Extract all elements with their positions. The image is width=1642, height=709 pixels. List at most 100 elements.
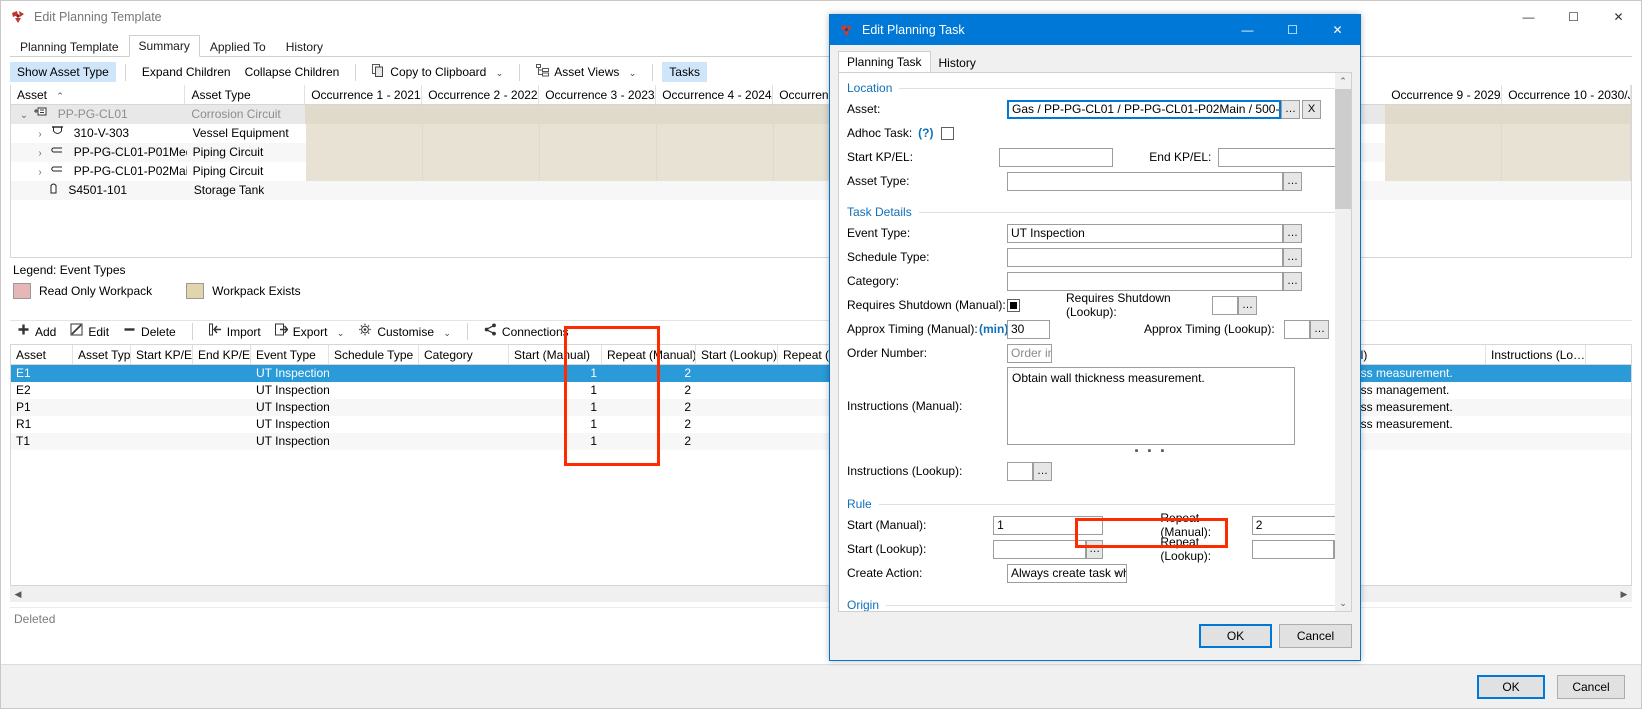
- occurrence-cell[interactable]: [423, 124, 540, 143]
- collapse-children-button[interactable]: Collapse Children: [238, 62, 347, 82]
- delete-button[interactable]: Delete: [116, 322, 183, 342]
- column-header-occurrence-3[interactable]: Occurrence 3 - 2023/Jan: [539, 85, 656, 104]
- vscroll-thumb[interactable]: [1335, 89, 1351, 209]
- column-header-occurrence-4[interactable]: Occurrence 4 - 2024/Jan: [656, 85, 773, 104]
- close-button[interactable]: ✕: [1596, 1, 1641, 32]
- adhoc-task-checkbox[interactable]: [941, 127, 954, 140]
- column-header-start-manual[interactable]: Start (Manual): [509, 345, 602, 364]
- tab-history[interactable]: History: [276, 36, 333, 56]
- table-row[interactable]: T1 UT Inspection 1 2: [11, 433, 1631, 450]
- table-row[interactable]: E1 UT Inspection 1 2 ess measurement.: [11, 365, 1631, 382]
- occurrence-cell[interactable]: [657, 124, 774, 143]
- dialog-ok-button[interactable]: OK: [1199, 624, 1272, 648]
- import-button[interactable]: Import: [202, 322, 268, 342]
- occurrence-cell[interactable]: [541, 181, 658, 200]
- column-header-event-type[interactable]: Event Type: [251, 345, 329, 364]
- asset-type-input[interactable]: [1007, 172, 1283, 191]
- occurrence-cell[interactable]: [1502, 105, 1631, 124]
- column-header-end-kp-el[interactable]: End KP/EL: [193, 345, 251, 364]
- chevron-down-icon[interactable]: ⌄: [337, 328, 345, 338]
- requires-shutdown-lookup-browse-button[interactable]: …: [1238, 296, 1257, 315]
- occurrence-cell[interactable]: [306, 124, 423, 143]
- occurrence-cell[interactable]: [1502, 143, 1631, 162]
- resize-grip-icon[interactable]: ▪ ▪ ▪: [1007, 445, 1295, 457]
- row-expander[interactable]: ›: [33, 144, 47, 162]
- row-expander[interactable]: ›: [33, 125, 47, 143]
- requires-shutdown-manual-checkbox[interactable]: [1007, 299, 1020, 312]
- category-input[interactable]: [1007, 272, 1283, 291]
- chevron-down-icon[interactable]: ⌄: [496, 68, 504, 78]
- tasks-button[interactable]: Tasks: [662, 62, 707, 82]
- scroll-up-arrow-icon[interactable]: ⌃: [1335, 73, 1351, 89]
- occurrence-cell[interactable]: [424, 181, 541, 200]
- instructions-lookup-input[interactable]: [1007, 462, 1033, 481]
- column-header-schedule-type[interactable]: Schedule Type: [329, 345, 419, 364]
- rule-start-manual-input[interactable]: 1: [993, 516, 1103, 535]
- scroll-left-arrow-icon[interactable]: ◀: [10, 589, 26, 600]
- occurrence-cell[interactable]: [656, 105, 773, 124]
- connections-button[interactable]: Connections: [477, 322, 576, 342]
- create-action-dropdown[interactable]: Always create task wh: [1007, 564, 1127, 583]
- dialog-cancel-button[interactable]: Cancel: [1279, 624, 1352, 648]
- column-header-repeat-manual[interactable]: Repeat (Manual): [602, 345, 696, 364]
- add-button[interactable]: Add: [10, 322, 63, 342]
- scroll-right-arrow-icon[interactable]: ▶: [1616, 589, 1632, 600]
- occurrence-cell[interactable]: [540, 143, 657, 162]
- table-row[interactable]: › PP-PG-CL01-P02Main Piping Circuit: [11, 162, 1631, 181]
- dialog-tab-planning-task[interactable]: Planning Task: [838, 51, 931, 73]
- approx-timing-lookup-browse-button[interactable]: …: [1310, 320, 1329, 339]
- dialog-vscrollbar[interactable]: ⌃ ⌄: [1335, 73, 1351, 611]
- occurrence-cell[interactable]: [1502, 162, 1631, 181]
- column-header-asset-type[interactable]: Asset Type: [73, 345, 131, 364]
- column-header-start-lookup[interactable]: Start (Lookup): [696, 345, 778, 364]
- occurrence-cell[interactable]: [1385, 143, 1502, 162]
- end-kpel-input[interactable]: [1218, 148, 1351, 167]
- asset-clear-button[interactable]: X: [1302, 100, 1321, 119]
- instructions-manual-textarea[interactable]: Obtain wall thickness measurement.: [1007, 367, 1295, 445]
- approx-timing-lookup-input[interactable]: [1284, 320, 1310, 339]
- task-grid-hscrollbar[interactable]: ◀ ▶: [10, 586, 1632, 602]
- export-button[interactable]: Export ⌄: [268, 322, 352, 342]
- column-header-occurrence-9[interactable]: Occurrence 9 - 2029/Jan: [1385, 85, 1502, 104]
- tab-applied-to[interactable]: Applied To: [200, 36, 276, 56]
- event-type-browse-button[interactable]: …: [1283, 224, 1302, 243]
- row-expander[interactable]: ⌄: [17, 106, 31, 124]
- occurrence-cell[interactable]: [423, 143, 540, 162]
- rule-start-lookup-input[interactable]: [993, 540, 1086, 559]
- order-number-input[interactable]: Order in: [1007, 344, 1052, 363]
- maximize-button[interactable]: ☐: [1551, 1, 1596, 32]
- occurrence-cell[interactable]: [657, 162, 774, 181]
- occurrence-cell[interactable]: [1385, 105, 1502, 124]
- table-row[interactable]: S4501-101 Storage Tank: [11, 181, 1631, 200]
- row-expander[interactable]: ›: [33, 163, 47, 181]
- column-header-asset-type[interactable]: Asset Type: [185, 85, 305, 104]
- occurrence-cell[interactable]: [540, 162, 657, 181]
- occurrence-cell[interactable]: [1386, 181, 1503, 200]
- column-header-occurrence-1[interactable]: Occurrence 1 - 2021/Jan: [305, 85, 422, 104]
- table-row[interactable]: R1 UT Inspection 1 2 ess measurement.: [11, 416, 1631, 433]
- show-asset-type-button[interactable]: Show Asset Type: [10, 62, 116, 82]
- rule-repeat-lookup-input[interactable]: [1252, 540, 1334, 559]
- tab-summary[interactable]: Summary: [129, 35, 200, 57]
- tab-planning-template[interactable]: Planning Template: [10, 36, 129, 56]
- asset-browse-button[interactable]: …: [1281, 100, 1300, 119]
- occurrence-cell[interactable]: [1502, 181, 1631, 200]
- start-kpel-input[interactable]: [999, 148, 1113, 167]
- asset-grid[interactable]: Asset ⌃ Asset Type Occurrence 1 - 2021/J…: [10, 85, 1632, 258]
- occurrence-cell[interactable]: [1385, 124, 1502, 143]
- dialog-minimize-button[interactable]: —: [1225, 15, 1270, 45]
- column-header-asset[interactable]: Asset: [11, 345, 73, 364]
- expand-children-button[interactable]: Expand Children: [135, 62, 238, 82]
- table-row[interactable]: › PP-PG-CL01-P01Medium Piping Circuit: [11, 143, 1631, 162]
- task-grid[interactable]: Asset Asset Type Start KP/EL End KP/EL E…: [10, 344, 1632, 586]
- column-header-occurrence-10[interactable]: Occurrence 10 - 2030/Jan: [1502, 85, 1631, 104]
- table-row[interactable]: P1 UT Inspection 1 2 ess measurement.: [11, 399, 1631, 416]
- occurrence-cell[interactable]: [657, 143, 774, 162]
- schedule-type-input[interactable]: [1007, 248, 1283, 267]
- occurrence-cell[interactable]: [1385, 162, 1502, 181]
- copy-to-clipboard-button[interactable]: Copy to Clipboard ⌄: [365, 62, 510, 82]
- adhoc-help-icon[interactable]: (?): [918, 126, 933, 140]
- occurrence-cell[interactable]: [423, 162, 540, 181]
- dialog-close-button[interactable]: ✕: [1315, 15, 1360, 45]
- occurrence-cell[interactable]: [306, 162, 423, 181]
